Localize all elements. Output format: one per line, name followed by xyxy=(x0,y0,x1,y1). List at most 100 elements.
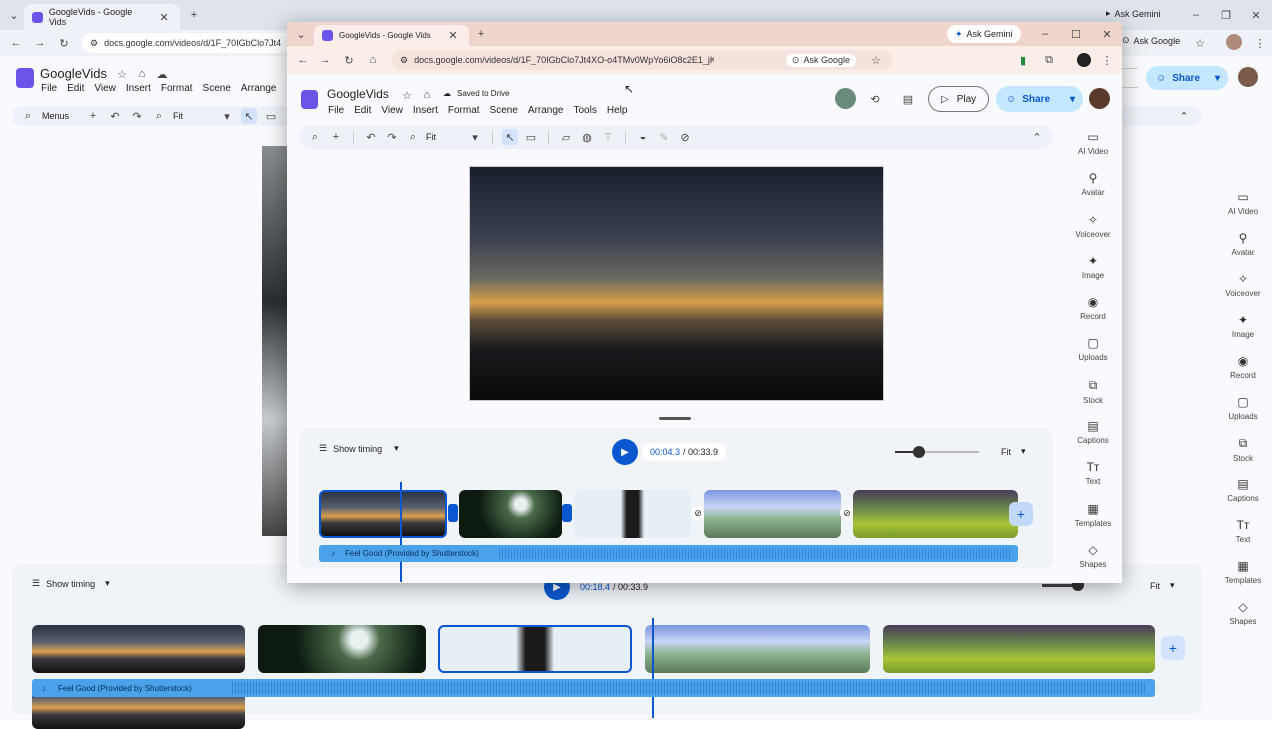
fw-account-avatar[interactable] xyxy=(1089,88,1110,109)
link-icon[interactable]: ⊘ xyxy=(677,129,693,145)
bg-playhead[interactable] xyxy=(652,618,654,718)
rail-templates[interactable]: ▦ Templates xyxy=(1213,559,1272,600)
fw-undo-icon[interactable]: ↶ xyxy=(363,129,379,145)
fw-minimize-icon[interactable]: – xyxy=(1037,26,1053,42)
fw-add-scene-button[interactable]: + xyxy=(1009,502,1033,526)
back-icon[interactable]: ← xyxy=(8,35,24,51)
fill-color-icon[interactable]: ◒ xyxy=(635,129,651,145)
fw-share-button[interactable]: ☺ Share ▾ xyxy=(996,86,1083,112)
fw-menu-file[interactable]: File xyxy=(328,105,344,116)
fw-ask-gemini-button[interactable]: ✦ Ask Gemini xyxy=(947,25,1021,43)
fw-browser-tab[interactable]: GoogleVids - Google Vids ✕ xyxy=(314,25,469,46)
fw-maximize-icon[interactable]: ☐ xyxy=(1068,26,1084,42)
fw-omnibox[interactable]: ⚙ docs.google.com/videos/d/1F_70IGbClo7J… xyxy=(392,50,892,70)
menu-format[interactable]: Format xyxy=(161,83,193,94)
select-pointer-icon[interactable]: ↖ xyxy=(241,108,258,124)
bg-clip-city[interactable] xyxy=(645,625,870,673)
fw-rail-record[interactable]: ◉ Record xyxy=(1063,295,1122,336)
bg-omnibox[interactable]: ⚙ docs.google.com/videos/d/1F_70IGbClo7J… xyxy=(82,33,292,53)
fw-clip-forest[interactable] xyxy=(459,490,562,538)
fw-menu-kebab-icon[interactable]: ⋮ xyxy=(1099,52,1115,68)
bg-browser-tab[interactable]: GoogleVids - Google Vids ✕ xyxy=(24,4,180,30)
transition-handle[interactable] xyxy=(562,504,572,522)
fw-zoom-icon[interactable]: ⌕ xyxy=(405,129,421,145)
zoom-select[interactable]: Fit xyxy=(173,111,213,121)
forward-icon[interactable]: → xyxy=(32,35,48,51)
fw-menu-help[interactable]: Help xyxy=(607,105,628,116)
star-icon[interactable]: ☆ xyxy=(114,66,130,82)
transition-icon[interactable]: ⊘ xyxy=(840,506,854,520)
comments-icon[interactable]: ▤ xyxy=(900,91,916,107)
bg-show-timing-toggle[interactable]: ☰ Show timing ▾ xyxy=(32,578,110,589)
fw-doc-title[interactable]: GoogleVids xyxy=(327,87,389,101)
extensions-puzzle-icon[interactable]: ⧉ xyxy=(1041,52,1057,68)
menu-arrange[interactable]: Arrange xyxy=(241,83,277,94)
fw-menu-tools[interactable]: Tools xyxy=(573,105,596,116)
fw-comment-icon[interactable]: ▭ xyxy=(523,129,539,145)
fw-menu-scene[interactable]: Scene xyxy=(490,105,518,116)
menu-file[interactable]: File xyxy=(41,83,57,94)
fw-select-pointer-icon[interactable]: ↖ xyxy=(502,129,518,145)
fw-timeline-play-button[interactable]: ▶ xyxy=(612,439,638,465)
bg-fit-select[interactable]: Fit ▾ xyxy=(1150,580,1175,591)
doc-title[interactable]: GoogleVids xyxy=(40,66,107,81)
fw-rail-shapes[interactable]: ◇ Shapes xyxy=(1063,543,1122,583)
fw-fit-select[interactable]: Fit ▾ xyxy=(1001,446,1026,457)
new-tab-icon[interactable]: + xyxy=(186,7,202,23)
bookmark-star-icon[interactable]: ☆ xyxy=(1192,35,1208,51)
fw-zoom-slider-thumb[interactable] xyxy=(913,446,925,458)
rail-image[interactable]: ✦ Image xyxy=(1213,313,1272,354)
reload-icon[interactable]: ↻ xyxy=(56,35,72,51)
bg-clip-snow[interactable] xyxy=(438,625,632,673)
fw-play-button[interactable]: ▷ Play xyxy=(928,86,989,112)
fw-menu-edit[interactable]: Edit xyxy=(354,105,371,116)
fw-clip-city[interactable] xyxy=(704,490,841,538)
fw-home-icon[interactable]: ⌂ xyxy=(365,52,381,68)
fw-window-close-icon[interactable]: ✕ xyxy=(1099,26,1115,42)
fw-zoom-select[interactable]: Fit xyxy=(426,132,462,142)
fw-search-icon[interactable]: ⌕ xyxy=(307,129,323,145)
move-icon[interactable]: ⌂ xyxy=(134,66,150,82)
bg-share-button[interactable]: ☺ Share ▾ xyxy=(1146,66,1228,90)
ask-gemini-button[interactable]: ▸ Ask Gemini xyxy=(1106,8,1161,19)
fw-redo-icon[interactable]: ↷ xyxy=(384,129,400,145)
crop-icon[interactable]: ▱ xyxy=(558,129,574,145)
bg-add-scene-button[interactable]: + xyxy=(1161,636,1185,660)
rail-uploads[interactable]: ▢ Uploads xyxy=(1213,395,1272,436)
zoom-icon[interactable]: ⌕ xyxy=(151,108,167,124)
fw-tab-search-icon[interactable]: ⌄ xyxy=(293,26,309,42)
zoom-dropdown-icon[interactable]: ▾ xyxy=(219,108,235,124)
fw-rail-image[interactable]: ✦ Image xyxy=(1063,254,1122,295)
bg-ask-google-button[interactable]: ⊙ Ask Google xyxy=(1122,35,1180,46)
fw-rail-uploads[interactable]: ▢ Uploads xyxy=(1063,336,1122,377)
fw-rail-ai-video[interactable]: ▭ AI Video xyxy=(1063,130,1122,171)
fw-clip-snow[interactable] xyxy=(574,490,691,538)
minimize-icon[interactable]: – xyxy=(1188,7,1204,23)
rail-avatar[interactable]: ⚲ Avatar xyxy=(1213,231,1272,272)
fw-menu-format[interactable]: Format xyxy=(448,105,480,116)
fw-clip-sunset[interactable] xyxy=(319,490,447,538)
fw-collapse-toolbar-icon[interactable]: ⌃ xyxy=(1029,129,1045,145)
rail-ai-video[interactable]: ▭ AI Video xyxy=(1213,190,1272,231)
menu-scene[interactable]: Scene xyxy=(203,83,231,94)
restore-icon[interactable]: ❐ xyxy=(1218,7,1234,23)
menu-insert[interactable]: Insert xyxy=(126,83,151,94)
fw-playhead[interactable] xyxy=(400,482,402,582)
fw-audio-track[interactable]: ♪ Feel Good (Provided by Shutterstock) xyxy=(319,545,1018,562)
extension-icon[interactable]: ▮ xyxy=(1015,52,1031,68)
search-menus-label[interactable]: Menus xyxy=(42,111,69,121)
bg-audio-track[interactable]: ♪ Feel Good (Provided by Shutterstock) xyxy=(32,679,1155,697)
menu-view[interactable]: View xyxy=(94,83,116,94)
window-close-icon[interactable]: ✕ xyxy=(1248,7,1264,23)
rail-text[interactable]: Tт Text xyxy=(1213,518,1272,559)
fw-rail-voiceover[interactable]: ✧ Voiceover xyxy=(1063,213,1122,254)
fw-back-icon[interactable]: ← xyxy=(295,52,311,68)
fw-menu-insert[interactable]: Insert xyxy=(413,105,438,116)
menu-kebab-icon[interactable]: ⋮ xyxy=(1252,35,1268,51)
fw-menu-view[interactable]: View xyxy=(381,105,403,116)
fw-bookmark-star-icon[interactable]: ☆ xyxy=(868,52,884,68)
fw-close-tab-icon[interactable]: ✕ xyxy=(445,28,461,44)
bg-clip-forest[interactable] xyxy=(258,625,426,673)
comment-icon[interactable]: ▭ xyxy=(263,108,279,124)
fw-profile-avatar[interactable] xyxy=(1077,53,1091,67)
